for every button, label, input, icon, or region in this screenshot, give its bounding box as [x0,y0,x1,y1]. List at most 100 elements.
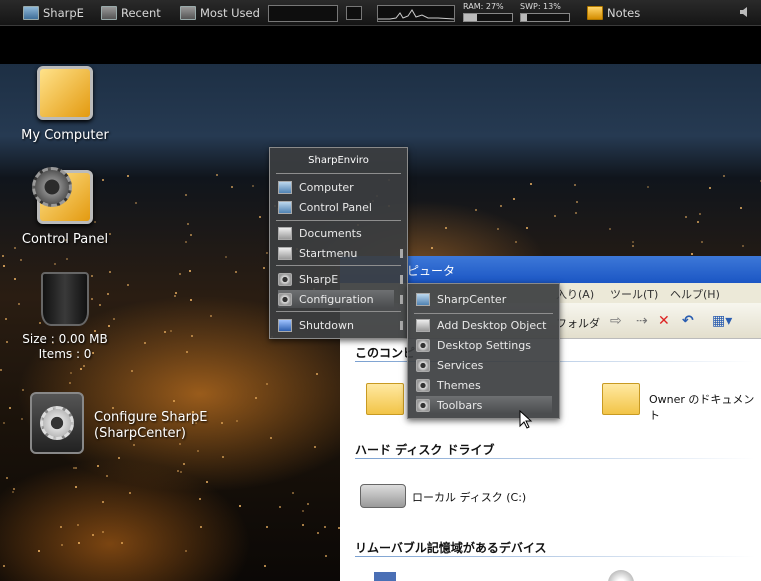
menu-item-sharpe[interactable]: SharpE [278,270,394,288]
taskbar-recent-label: Recent [121,5,161,20]
desktop-icon-my-computer[interactable]: My Computer [14,66,116,143]
submenu-item-services[interactable]: Services [416,356,552,374]
city-light [699,212,702,215]
taskbar-sharpe-button[interactable]: SharpE [23,5,84,20]
menu-help[interactable]: ヘルプ(H) [670,286,720,302]
city-light [68,381,71,384]
sharpe-gear-icon [278,272,292,286]
city-light [575,212,578,215]
most-used-icon [180,5,196,20]
city-light [574,183,577,186]
menu-item-startmenu[interactable]: Startmenu [278,244,394,262]
configuration-submenu: SharpCenter Add Desktop Object Desktop S… [407,283,560,419]
city-light [258,215,261,218]
move-to-icon[interactable]: ⇨ [610,313,622,329]
city-light [235,420,238,423]
copy-to-icon[interactable]: ⇢ [636,313,648,329]
taskbar-command-box[interactable] [268,5,338,22]
submenu-arrow-icon [400,275,403,284]
desktop-settings-gear-icon [416,338,430,352]
city-light [129,492,132,495]
shutdown-icon [278,318,292,332]
taskbar-most-used-label: Most Used [200,5,260,20]
delete-icon[interactable]: ✕ [658,313,670,329]
submenu-item-label: Themes [437,378,481,392]
undo-icon[interactable]: ↶ [682,313,694,329]
city-light [266,382,269,385]
city-light [175,292,178,295]
city-light [121,542,124,545]
city-light [54,262,57,265]
city-light [431,247,434,250]
desktop-icon-recycle-bin[interactable]: Size : 0.00 MB Items : 0 [10,272,120,362]
taskbar-window-icon[interactable] [346,6,362,20]
city-light [316,373,319,376]
city-light [127,175,130,178]
city-light [70,371,73,374]
views-icon[interactable]: ▦▾ [712,313,732,329]
city-light [445,226,448,229]
city-light [631,245,634,248]
city-light [190,233,193,236]
menu-item-documents[interactable]: Documents [278,224,394,242]
menu-favorites[interactable]: 入り(A) [556,286,594,302]
taskbar-notes-button[interactable]: Notes [587,5,640,20]
menu-item-computer[interactable]: Computer [278,178,394,196]
control-panel-small-icon [278,200,292,214]
local-disk-icon[interactable] [360,484,406,508]
folder-icon[interactable] [366,383,404,415]
floppy-drive-icon[interactable] [374,572,396,581]
city-light [251,185,254,187]
submenu-item-themes[interactable]: Themes [416,376,552,394]
taskbar-recent-button[interactable]: Recent [101,5,161,20]
cd-drive-icon[interactable] [608,570,634,581]
city-light [101,531,104,534]
swp-label: SWP: 13% [520,2,561,11]
swp-bar-fill [521,14,528,21]
city-light [185,351,188,354]
city-light [2,421,5,424]
sharpe-icon [23,5,39,20]
ram-bar-fill [464,14,477,21]
city-light [222,455,225,458]
menu-separator [414,313,553,314]
submenu-item-label: Services [437,358,484,372]
menu-item-label: Computer [299,180,354,194]
speaker-icon[interactable] [739,6,751,18]
section-this-computer: このコンピ [355,346,416,360]
city-light [134,202,137,205]
submenu-item-desktop-settings[interactable]: Desktop Settings [416,336,552,354]
city-light [696,220,699,223]
submenu-item-label: Add Desktop Object [437,318,547,332]
submenu-item-sharpcenter[interactable]: SharpCenter [416,290,552,308]
city-light [77,523,80,526]
folders-button-label[interactable]: フォルダ [556,315,600,331]
city-light [196,450,199,453]
submenu-item-add-desktop-object[interactable]: Add Desktop Object [416,316,552,334]
local-disk-label[interactable]: ローカル ディスク (C:) [412,489,526,505]
menu-item-label: Shutdown [299,318,354,332]
owner-documents-label[interactable]: Owner のドキュメント [649,391,761,423]
menu-item-shutdown[interactable]: Shutdown [278,316,394,334]
city-light [301,510,304,513]
owner-documents-folder-icon[interactable] [602,383,640,415]
city-light [741,245,744,248]
menu-separator [276,173,401,174]
city-light [266,526,269,529]
desktop-icon-configure-sharpe[interactable]: Configure SharpE (SharpCenter) [94,410,207,442]
city-light [8,407,11,410]
menu-tools[interactable]: ツール(T) [610,286,658,302]
city-light [515,241,518,244]
desktop-icon-control-panel[interactable]: Control Panel [14,167,116,247]
city-light [740,207,743,210]
menu-item-label: Startmenu [299,246,358,260]
menu-item-control-panel[interactable]: Control Panel [278,198,394,216]
menu-separator [276,265,401,266]
taskbar-most-used-button[interactable]: Most Used [180,5,260,20]
control-panel-icon [32,167,93,224]
menu-item-configuration[interactable]: Configuration [278,290,394,308]
city-light [646,186,649,189]
menu-item-label: Configuration [299,292,374,306]
configure-sharpe-icon[interactable] [30,392,84,454]
city-light [184,240,187,243]
